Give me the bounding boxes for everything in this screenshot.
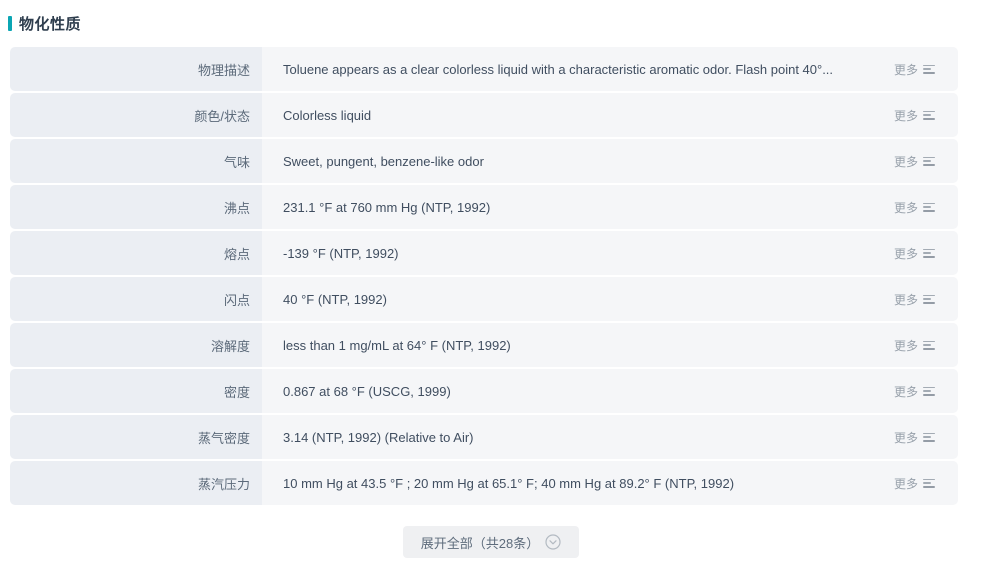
more-link[interactable]: 更多 bbox=[894, 107, 958, 124]
more-link[interactable]: 更多 bbox=[894, 429, 958, 446]
property-label: 蒸气密度 bbox=[10, 415, 262, 459]
property-row: 物理描述 Toluene appears as a clear colorles… bbox=[10, 47, 958, 91]
property-value: 3.14 (NTP, 1992) (Relative to Air) bbox=[283, 429, 474, 445]
more-link-label: 更多 bbox=[893, 200, 918, 215]
property-row: 颜色/状态 Colorless liquid 更多 bbox=[10, 93, 958, 137]
more-link-label: 更多 bbox=[893, 246, 918, 261]
more-link[interactable]: 更多 bbox=[894, 61, 958, 78]
property-label: 沸点 bbox=[10, 185, 262, 229]
section-title: 物化性质 bbox=[19, 15, 82, 33]
property-label: 密度 bbox=[10, 369, 262, 413]
property-value-cell: 3.14 (NTP, 1992) (Relative to Air) 更多 bbox=[262, 415, 958, 459]
property-table: 物理描述 Toluene appears as a clear colorles… bbox=[10, 47, 958, 505]
property-value: Colorless liquid bbox=[283, 107, 372, 123]
list-lines-icon bbox=[923, 248, 936, 258]
list-lines-icon bbox=[923, 156, 936, 166]
property-row: 蒸汽压力 10 mm Hg at 43.5 °F ; 20 mm Hg at 6… bbox=[10, 461, 958, 505]
property-value: 10 mm Hg at 43.5 °F ; 20 mm Hg at 65.1° … bbox=[283, 475, 735, 491]
more-link[interactable]: 更多 bbox=[894, 291, 958, 308]
property-value-cell: -139 °F (NTP, 1992) 更多 bbox=[262, 231, 958, 275]
property-value-cell: 40 °F (NTP, 1992) 更多 bbox=[262, 277, 958, 321]
more-link-label: 更多 bbox=[893, 292, 918, 307]
property-value: 40 °F (NTP, 1992) bbox=[283, 291, 387, 307]
property-label: 气味 bbox=[10, 139, 262, 183]
property-row: 密度 0.867 at 68 °F (USCG, 1999) 更多 bbox=[10, 369, 958, 413]
more-link[interactable]: 更多 bbox=[894, 337, 958, 354]
section-header: 物化性质 bbox=[8, 14, 982, 33]
more-link-label: 更多 bbox=[893, 338, 918, 353]
property-label: 溶解度 bbox=[10, 323, 262, 367]
property-value: Sweet, pungent, benzene-like odor bbox=[283, 153, 484, 169]
list-lines-icon bbox=[923, 386, 936, 396]
section-accent-bar bbox=[8, 15, 12, 31]
property-row: 溶解度 less than 1 mg/mL at 64° F (NTP, 199… bbox=[10, 323, 958, 367]
property-label: 物理描述 bbox=[10, 47, 262, 91]
property-value-cell: 231.1 °F at 760 mm Hg (NTP, 1992) 更多 bbox=[262, 185, 958, 229]
more-link-label: 更多 bbox=[893, 108, 918, 123]
property-label: 熔点 bbox=[10, 231, 262, 275]
more-link-label: 更多 bbox=[893, 476, 918, 491]
property-value-cell: 0.867 at 68 °F (USCG, 1999) 更多 bbox=[262, 369, 958, 413]
expand-all-label: 展开全部（共28条） bbox=[420, 535, 540, 551]
property-row: 闪点 40 °F (NTP, 1992) 更多 bbox=[10, 277, 958, 321]
property-value-cell: Toluene appears as a clear colorless liq… bbox=[262, 47, 958, 91]
more-link-label: 更多 bbox=[893, 430, 918, 445]
more-link[interactable]: 更多 bbox=[894, 383, 958, 400]
property-value: 0.867 at 68 °F (USCG, 1999) bbox=[283, 383, 451, 399]
property-value: less than 1 mg/mL at 64° F (NTP, 1992) bbox=[283, 337, 511, 353]
property-row: 气味 Sweet, pungent, benzene-like odor 更多 bbox=[10, 139, 958, 183]
more-link-label: 更多 bbox=[893, 384, 918, 399]
property-value: -139 °F (NTP, 1992) bbox=[283, 245, 399, 261]
list-lines-icon bbox=[923, 64, 936, 74]
more-link[interactable]: 更多 bbox=[894, 475, 958, 492]
list-lines-icon bbox=[923, 340, 936, 350]
property-value: 231.1 °F at 760 mm Hg (NTP, 1992) bbox=[283, 199, 491, 215]
list-lines-icon bbox=[923, 432, 936, 442]
property-row: 熔点 -139 °F (NTP, 1992) 更多 bbox=[10, 231, 958, 275]
footer: 展开全部（共28条） bbox=[0, 526, 982, 558]
more-link[interactable]: 更多 bbox=[894, 245, 958, 262]
property-value-cell: Sweet, pungent, benzene-like odor 更多 bbox=[262, 139, 958, 183]
property-label: 颜色/状态 bbox=[10, 93, 262, 137]
chevron-down-circle-icon bbox=[545, 534, 561, 550]
property-row: 蒸气密度 3.14 (NTP, 1992) (Relative to Air) … bbox=[10, 415, 958, 459]
property-label: 闪点 bbox=[10, 277, 262, 321]
expand-all-button[interactable]: 展开全部（共28条） bbox=[402, 526, 580, 558]
more-link[interactable]: 更多 bbox=[894, 199, 958, 216]
list-lines-icon bbox=[923, 294, 936, 304]
more-link-label: 更多 bbox=[893, 154, 918, 169]
property-value: Toluene appears as a clear colorless liq… bbox=[283, 61, 834, 77]
property-value-cell: 10 mm Hg at 43.5 °F ; 20 mm Hg at 65.1° … bbox=[262, 461, 958, 505]
property-label: 蒸汽压力 bbox=[10, 461, 262, 505]
list-lines-icon bbox=[923, 478, 936, 488]
property-row: 沸点 231.1 °F at 760 mm Hg (NTP, 1992) 更多 bbox=[10, 185, 958, 229]
more-link-label: 更多 bbox=[893, 62, 918, 77]
property-value-cell: less than 1 mg/mL at 64° F (NTP, 1992) 更… bbox=[262, 323, 958, 367]
more-link[interactable]: 更多 bbox=[894, 153, 958, 170]
list-lines-icon bbox=[923, 202, 936, 212]
property-value-cell: Colorless liquid 更多 bbox=[262, 93, 958, 137]
list-lines-icon bbox=[923, 110, 936, 120]
